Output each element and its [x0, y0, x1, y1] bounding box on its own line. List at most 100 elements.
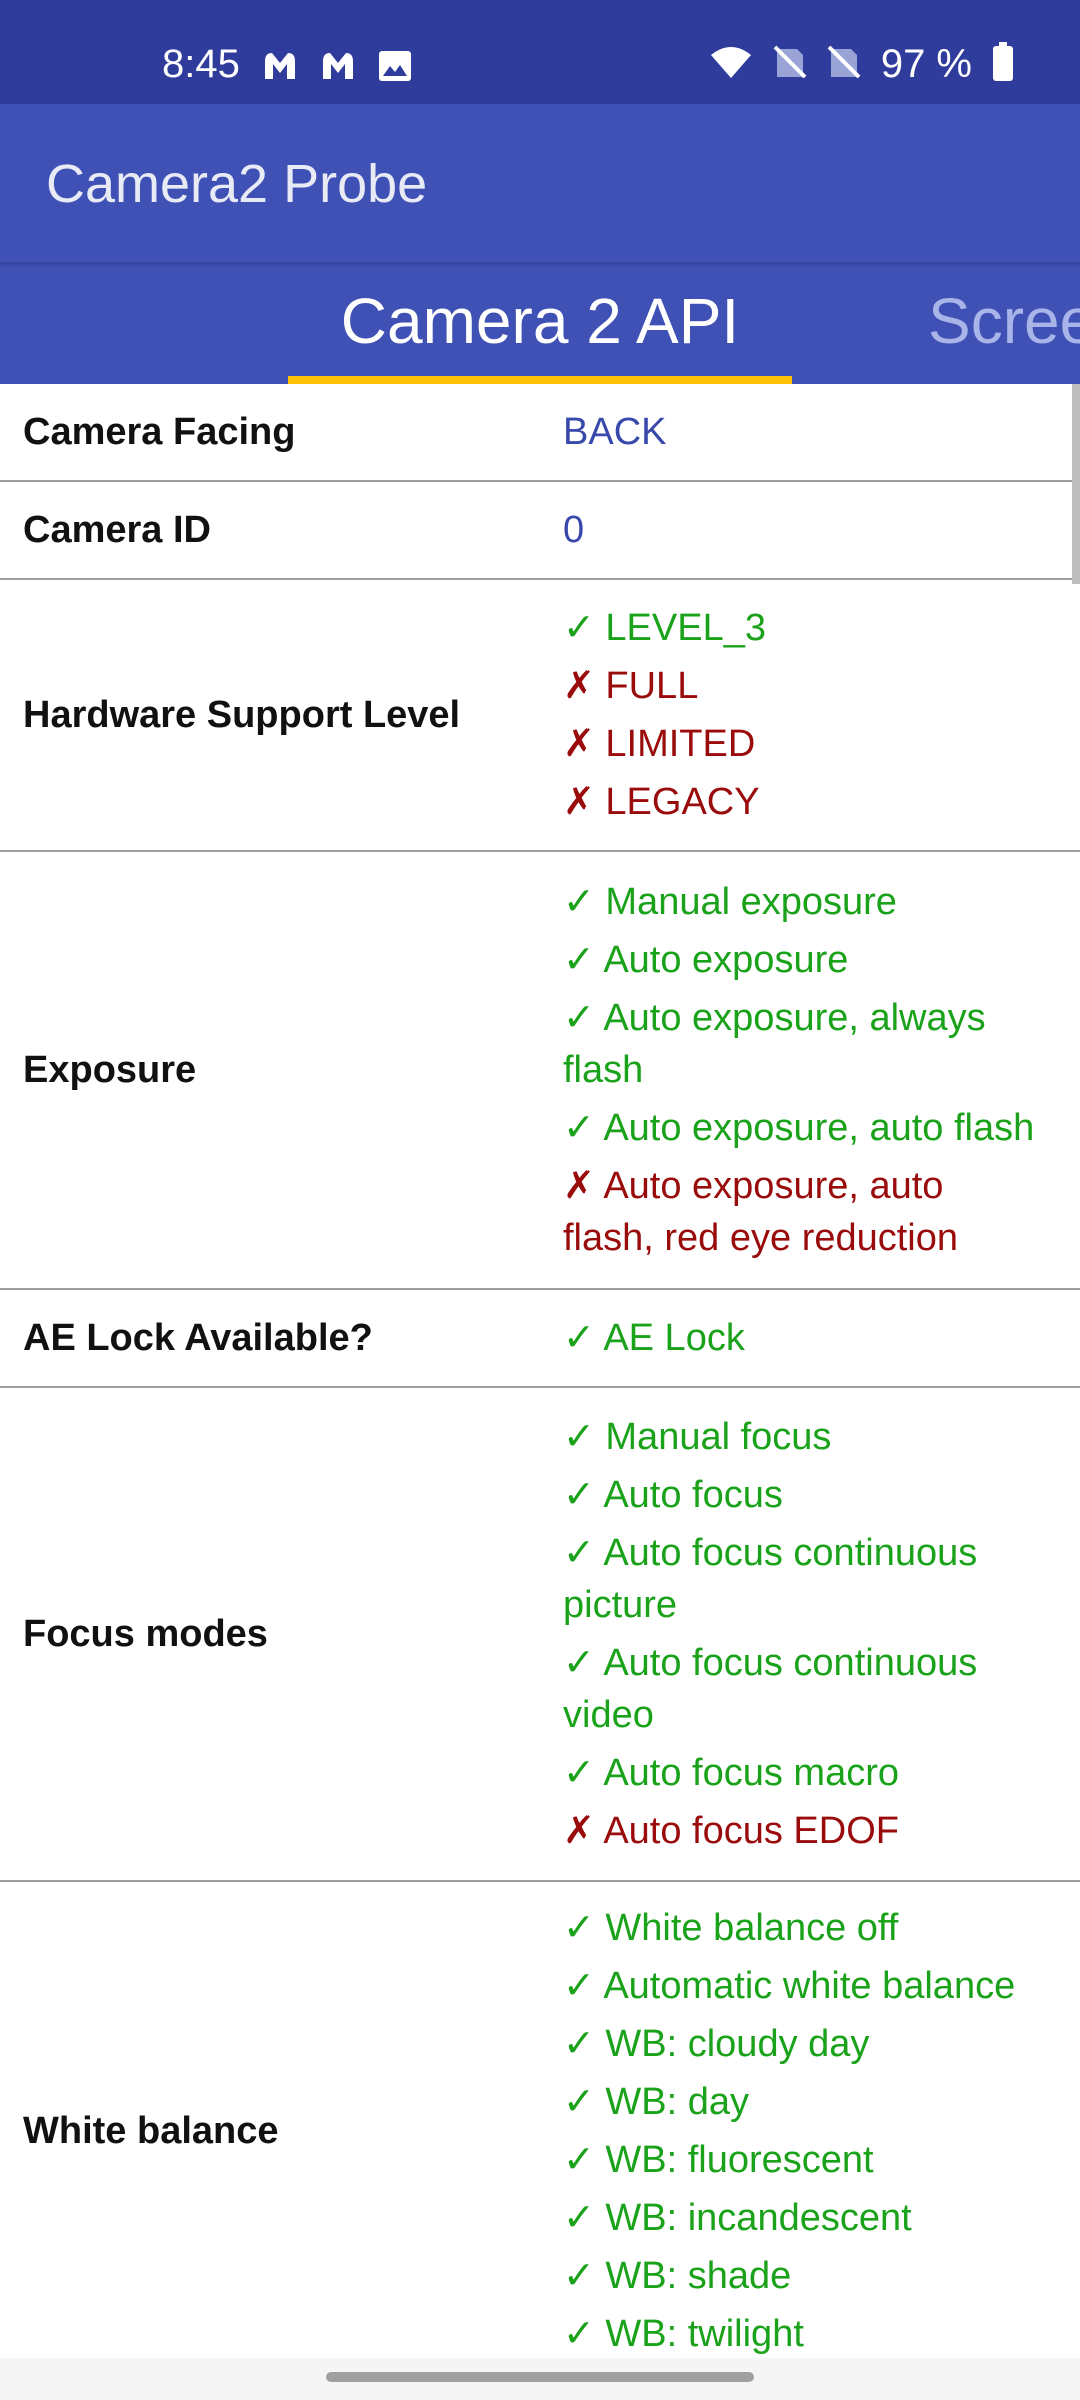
- no-sim-icon: [773, 45, 807, 84]
- check-icon: ✓: [563, 2255, 595, 2297]
- unsupported-item: ✗ LIMITED: [563, 718, 1040, 776]
- navigation-bar: [0, 2358, 1080, 2400]
- row-values: ✓ LEVEL_3 ✗ FULL ✗ LIMITED ✗ LEGACY: [540, 582, 1040, 848]
- item-text: LEGACY: [605, 781, 760, 823]
- supported-item: ✓ Auto focus continuous picture: [563, 1527, 1040, 1637]
- no-sim-icon: [827, 45, 861, 84]
- row-value: BACK: [563, 411, 667, 453]
- item-text: LIMITED: [605, 723, 756, 765]
- supported-item: ✓ WB: twilight: [563, 2308, 1040, 2358]
- home-gesture-handle[interactable]: [326, 2372, 754, 2382]
- check-icon: ✓: [563, 1965, 595, 2007]
- wifi-icon: [709, 45, 753, 84]
- tab-divider: [0, 262, 1080, 268]
- row-values: ✓ Manual focus ✓ Auto focus ✓ Auto focus c…: [540, 1391, 1040, 1877]
- system-icons: 97 %: [709, 40, 1014, 88]
- check-icon: ✓: [563, 1642, 595, 1684]
- table-row: Focus modes ✓ Manual focus ✓ Auto focus ✓ A…: [0, 1388, 1080, 1882]
- item-text: Auto exposure: [603, 939, 849, 981]
- row-label: Exposure: [23, 1049, 197, 1091]
- check-icon: ✓: [563, 1532, 595, 1574]
- status-time: 8:45: [162, 42, 240, 86]
- table-row: AE Lock Available? ✓ AE Lock: [0, 1290, 1080, 1388]
- item-text: Auto focus continuous video: [563, 1642, 978, 1736]
- camera-info-list[interactable]: Camera Facing BACK Camera ID 0 Hardware Supp…: [0, 384, 1080, 2358]
- item-text: Auto exposure, auto flash, red eye reduc…: [563, 1165, 959, 1259]
- supported-item: ✓ White balance off: [563, 1902, 1040, 1960]
- item-text: Automatic white balance: [603, 1965, 1016, 2007]
- status-bar: 8:45 97 %: [0, 0, 1080, 104]
- check-icon: ✓: [563, 1907, 595, 1949]
- supported-item: ✓ Auto focus macro: [563, 1747, 1040, 1805]
- item-text: FULL: [605, 665, 699, 707]
- check-icon: ✓: [563, 1474, 595, 1516]
- supported-item: ✓ Manual exposure: [563, 876, 1040, 934]
- row-label: Camera Facing: [23, 411, 296, 453]
- app-bar: Camera2 Probe: [0, 104, 1080, 262]
- row-label: AE Lock Available?: [23, 1317, 373, 1359]
- item-text: Auto focus macro: [603, 1752, 899, 1794]
- scrollbar[interactable]: [1072, 384, 1080, 584]
- supported-item: ✓ WB: shade: [563, 2250, 1040, 2308]
- check-icon: ✓: [563, 997, 595, 1039]
- item-text: WB: incandescent: [605, 2197, 912, 2239]
- supported-item: ✓ WB: fluorescent: [563, 2134, 1040, 2192]
- notification-icons: [262, 50, 412, 87]
- item-text: Manual exposure: [605, 881, 897, 923]
- tab-bar[interactable]: Camera 2 API Scree: [0, 262, 1080, 384]
- tab-indicator: [288, 376, 792, 384]
- item-text: Auto exposure, auto flash: [603, 1107, 1035, 1149]
- supported-item: ✓ Automatic white balance: [563, 1960, 1040, 2018]
- supported-item: ✓ Manual focus: [563, 1411, 1040, 1469]
- supported-item: ✓ Auto exposure: [563, 934, 1040, 992]
- image-icon: [378, 50, 412, 87]
- row-values: ✓ AE Lock: [540, 1292, 1040, 1384]
- check-icon: ✓: [563, 1752, 595, 1794]
- check-icon: ✓: [563, 2313, 595, 2355]
- tab-camera-2-api[interactable]: Camera 2 API: [288, 262, 792, 384]
- check-icon: ✓: [563, 2197, 595, 2239]
- item-text: Auto focus EDOF: [603, 1810, 899, 1852]
- supported-item: ✓ WB: incandescent: [563, 2192, 1040, 2250]
- row-label: Camera ID: [23, 509, 211, 551]
- row-values: BACK: [540, 386, 1040, 478]
- check-icon: ✓: [563, 1317, 595, 1359]
- malwarebytes-icon: [262, 51, 298, 86]
- supported-item: ✓ Auto focus: [563, 1469, 1040, 1527]
- item-text: White balance off: [605, 1907, 899, 1949]
- check-icon: ✓: [563, 1416, 595, 1458]
- supported-item: ✓ Auto focus continuous video: [563, 1637, 1040, 1747]
- check-icon: ✓: [563, 2081, 595, 2123]
- item-text: WB: cloudy day: [605, 2023, 870, 2065]
- tab-label: Camera 2 API: [340, 285, 740, 357]
- table-row: White balance ✓ White balance off ✓ Automa…: [0, 1882, 1080, 2358]
- check-icon: ✓: [563, 607, 595, 649]
- item-text: Auto focus continuous picture: [563, 1532, 978, 1626]
- check-icon: ✓: [563, 2023, 595, 2065]
- check-icon: ✓: [563, 881, 595, 923]
- unsupported-item: ✗ FULL: [563, 660, 1040, 718]
- cross-icon: ✗: [563, 1810, 595, 1852]
- table-row: Exposure ✓ Manual exposure ✓ Auto exposure…: [0, 852, 1080, 1290]
- unsupported-item: ✗ LEGACY: [563, 776, 1040, 828]
- battery-icon: [992, 41, 1014, 87]
- table-row: Camera ID 0: [0, 482, 1080, 580]
- row-values: ✓ White balance off ✓ Automatic white bal…: [540, 1882, 1040, 2358]
- item-text: Auto exposure, always flash: [563, 997, 986, 1091]
- row-label: Hardware Support Level: [23, 694, 461, 736]
- supported-item: ✓ LEVEL_3: [563, 602, 1040, 660]
- malwarebytes-icon: [320, 51, 356, 86]
- tab-label: Scree: [928, 285, 1080, 357]
- table-row: Camera Facing BACK: [0, 384, 1080, 482]
- supported-item: ✓ WB: cloudy day: [563, 2018, 1040, 2076]
- unsupported-item: ✗ Auto focus EDOF: [563, 1805, 1040, 1857]
- supported-item: ✓ Auto exposure, always flash: [563, 992, 1040, 1102]
- cross-icon: ✗: [563, 1165, 595, 1207]
- row-values: 0: [540, 484, 1040, 576]
- check-icon: ✓: [563, 939, 595, 981]
- app-title: Camera2 Probe: [46, 154, 428, 214]
- screen: 8:45 97 % Camera2 Probe Camera 2 API Scr…: [0, 0, 1080, 2400]
- item-text: Manual focus: [605, 1416, 832, 1458]
- supported-item: ✓ WB: day: [563, 2076, 1040, 2134]
- table-row: Hardware Support Level ✓ LEVEL_3 ✗ FULL ✗ L…: [0, 580, 1080, 852]
